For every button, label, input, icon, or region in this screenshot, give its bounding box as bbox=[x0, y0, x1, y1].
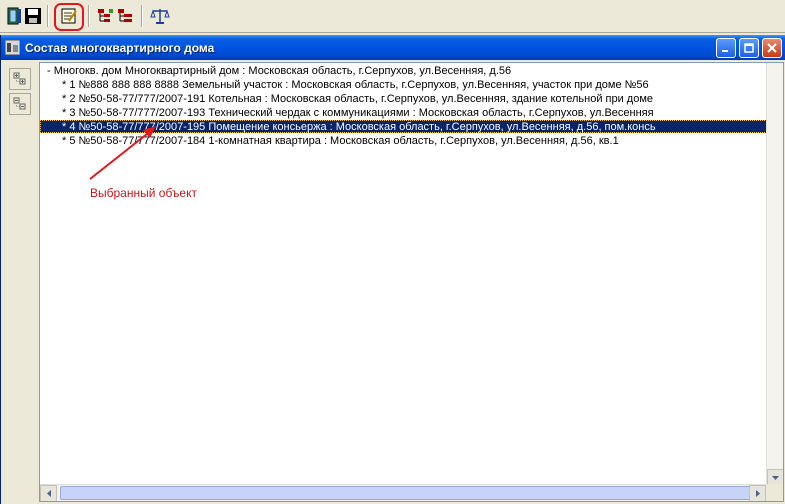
scroll-right-arrow-icon[interactable] bbox=[749, 485, 766, 501]
scroll-left-arrow-icon[interactable] bbox=[40, 485, 57, 501]
minimize-button[interactable] bbox=[716, 38, 736, 58]
save-floppy-icon[interactable] bbox=[22, 5, 44, 27]
collapse-all-icon bbox=[13, 97, 26, 110]
expand-all-button[interactable] bbox=[9, 68, 31, 90]
composition-window: Состав многоквартирного дома - Многокв. … bbox=[0, 35, 785, 504]
toolbar-separator bbox=[88, 5, 90, 27]
tree-expand-icon[interactable] bbox=[94, 5, 116, 27]
window-titlebar[interactable]: Состав многоквартирного дома bbox=[1, 35, 785, 60]
window-app-icon[interactable] bbox=[4, 39, 21, 56]
collapse-all-button[interactable] bbox=[9, 93, 31, 115]
window-title: Состав многоквартирного дома bbox=[25, 41, 215, 55]
tree-collapse-icon[interactable] bbox=[114, 5, 136, 27]
minimize-icon bbox=[722, 50, 728, 52]
tree-item-3[interactable]: * 3 №50-58-77/777/2007-193 Технический ч… bbox=[62, 107, 654, 120]
tree-item-1[interactable]: * 1 №888 888 888 8888 Земельный участок … bbox=[62, 79, 649, 92]
tree-item-2[interactable]: * 2 №50-58-77/777/2007-191 Котельная : М… bbox=[62, 93, 653, 106]
close-button[interactable] bbox=[762, 38, 782, 58]
maximize-icon bbox=[744, 43, 754, 53]
toolbar-highlight-circle bbox=[54, 3, 84, 31]
expand-all-icon bbox=[13, 72, 26, 85]
main-toolbar bbox=[0, 0, 785, 33]
vertical-scrollbar[interactable] bbox=[766, 63, 783, 486]
horizontal-scroll-thumb[interactable] bbox=[60, 486, 760, 500]
maximize-button[interactable] bbox=[739, 38, 759, 58]
toolbar-separator bbox=[47, 5, 49, 27]
composition-tree[interactable]: - Многокв. дом Многоквартирный дом : Мос… bbox=[39, 62, 784, 502]
close-icon bbox=[767, 43, 777, 53]
horizontal-scrollbar[interactable] bbox=[40, 484, 766, 501]
scales-icon[interactable] bbox=[149, 5, 171, 27]
annotation-label: Выбранный объект bbox=[90, 186, 197, 200]
tree-item-4-selected[interactable]: * 4 №50-58-77/777/2007-195 Помещение кон… bbox=[40, 120, 767, 133]
toolbar-separator bbox=[141, 5, 143, 27]
scroll-corner bbox=[766, 484, 783, 501]
tree-item-5[interactable]: * 5 №50-58-77/777/2007-184 1-комнатная к… bbox=[62, 135, 619, 148]
tree-root-item[interactable]: - Многокв. дом Многоквартирный дом : Мос… bbox=[47, 65, 511, 78]
